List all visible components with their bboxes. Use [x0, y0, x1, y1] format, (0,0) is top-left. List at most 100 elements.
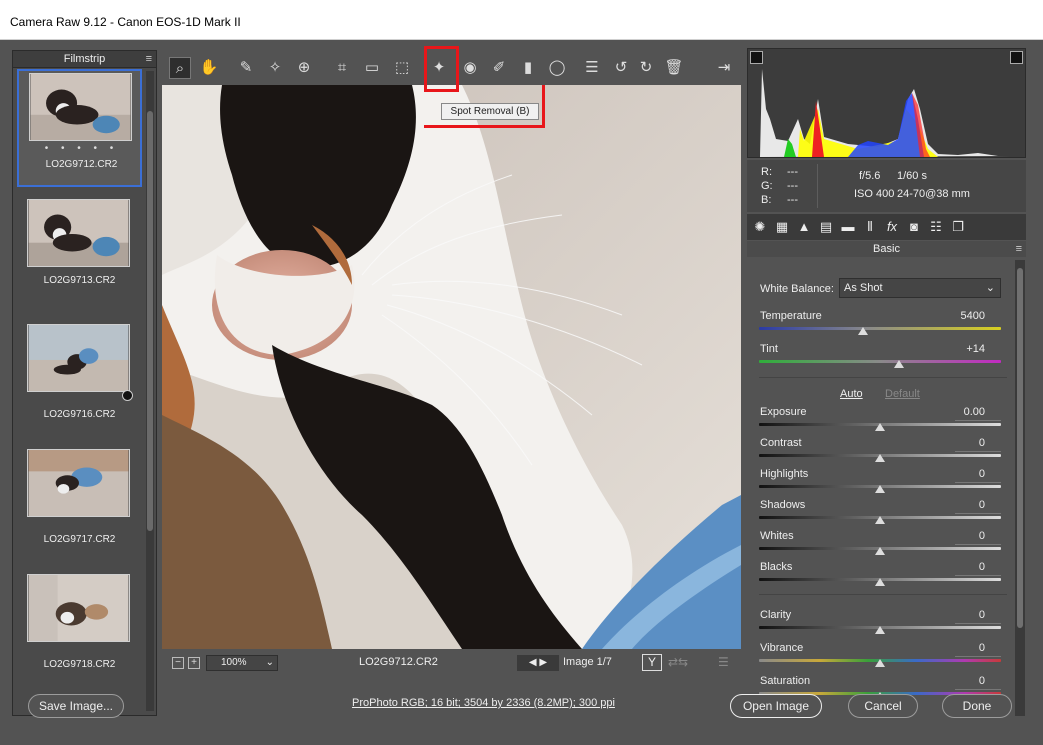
crop-tool-icon[interactable]: ⌗ [331, 57, 353, 79]
camera-calibration-tab-icon[interactable]: ◙ [905, 218, 923, 236]
hsl-tab-icon[interactable]: ▤ [817, 218, 835, 236]
filmstrip-item[interactable]: LO2G9718.CR2 [17, 566, 142, 684]
exposure-label: Exposure [760, 406, 807, 418]
window-titlebar: Camera Raw 9.12 - Canon EOS-1D Mark II [0, 0, 1043, 40]
histogram-graph [760, 69, 1010, 157]
panel-menu-icon[interactable]: ≡ [1016, 241, 1022, 257]
highlights-value[interactable]: 0 [947, 468, 985, 480]
temperature-slider-knob[interactable] [858, 327, 869, 335]
radial-filter-icon[interactable]: ◯ [546, 57, 568, 79]
white-balance-select[interactable]: As Shot ⌄ [839, 278, 1001, 298]
whites-value[interactable]: 0 [947, 530, 985, 542]
tint-label: Tint [760, 343, 778, 355]
shadows-value[interactable]: 0 [947, 499, 985, 511]
aperture-value: f/5.6 [859, 170, 881, 182]
temperature-slider-track[interactable] [759, 327, 1001, 330]
basic-tab-icon[interactable]: ✺ [751, 218, 769, 236]
exposure-value-underline [955, 420, 1001, 421]
shadows-value-underline [955, 513, 1001, 514]
image-nav[interactable]: ◀ ▶ [517, 655, 559, 671]
filmstrip-item[interactable]: • • • • • LO2G9712.CR2 [17, 69, 142, 187]
clarity-value[interactable]: 0 [947, 609, 985, 621]
white-balance-tool-icon[interactable]: ✎ [235, 57, 257, 79]
transform-tool-icon[interactable]: ⬚ [391, 57, 413, 79]
white-balance-label: White Balance: [760, 283, 834, 295]
scrollbar-thumb[interactable] [147, 111, 153, 531]
rotate-cw-icon[interactable]: ↻ [635, 57, 657, 79]
thumbnail-image [27, 449, 130, 517]
workflow-options-link[interactable]: ProPhoto RGB; 16 bit; 3504 by 2336 (8.2M… [352, 697, 615, 709]
presets-tab-icon[interactable]: ☷ [927, 218, 945, 236]
exposure-slider-knob[interactable] [875, 423, 885, 431]
preview-filename: LO2G9712.CR2 [359, 656, 438, 668]
targeted-adjustment-icon[interactable]: ⊕ [293, 57, 315, 79]
detail-tab-icon[interactable]: ▲ [795, 218, 813, 236]
contrast-value[interactable]: 0 [947, 437, 985, 449]
compare-toggle-button[interactable]: Y [642, 654, 662, 671]
preferences-icon[interactable]: ☰ [581, 57, 603, 79]
panel-scrollbar[interactable] [1015, 260, 1025, 716]
color-sampler-icon[interactable]: ✧ [264, 57, 286, 79]
rotate-ccw-icon[interactable]: ↺ [610, 57, 632, 79]
shadows-slider-knob[interactable] [875, 516, 885, 524]
b-value: --- [787, 194, 798, 206]
hand-tool-icon[interactable]: ✋ [198, 57, 220, 79]
cancel-button[interactable]: Cancel [848, 694, 918, 718]
blacks-slider-knob[interactable] [875, 578, 885, 586]
tint-value[interactable]: +14 [947, 343, 985, 355]
save-image-button[interactable]: Save Image... [28, 694, 124, 718]
filmstrip-scrollbar[interactable] [146, 71, 154, 711]
exposure-value[interactable]: 0.00 [947, 406, 985, 418]
zoom-in-button[interactable]: + [188, 657, 200, 669]
window-title: Camera Raw 9.12 - Canon EOS-1D Mark II [10, 15, 241, 29]
vibrance-slider-knob[interactable] [875, 659, 885, 667]
workflow-options-icon[interactable]: ⇥ [713, 57, 735, 79]
tint-slider-track[interactable] [759, 360, 1001, 363]
adjustment-brush-icon[interactable]: ✐ [488, 57, 510, 79]
photo-preview-image [162, 85, 741, 649]
swap-settings-icon[interactable]: ⇄⇆ [668, 655, 688, 669]
vibrance-value[interactable]: 0 [947, 642, 985, 654]
straighten-tool-icon[interactable]: ▭ [361, 57, 383, 79]
thumbnail-label: LO2G9716.CR2 [43, 409, 116, 420]
lens-value: 24-70@38 mm [897, 188, 970, 200]
trash-icon[interactable]: 🗑 [663, 57, 685, 79]
filmstrip-item[interactable]: LO2G9717.CR2 [17, 441, 142, 559]
snapshots-tab-icon[interactable]: ❐ [949, 218, 967, 236]
b-label: B: [761, 194, 772, 206]
zoom-out-button[interactable]: − [172, 657, 184, 669]
blacks-value[interactable]: 0 [947, 561, 985, 573]
red-eye-icon[interactable]: ◉ [459, 57, 481, 79]
filmstrip-item[interactable]: LO2G9716.CR2 [17, 316, 142, 434]
temperature-value[interactable]: 5400 [947, 310, 985, 322]
view-settings-icon[interactable]: ☰ [718, 655, 729, 669]
tint-slider-knob[interactable] [894, 360, 905, 368]
whites-slider-knob[interactable] [875, 547, 885, 555]
open-image-button[interactable]: Open Image [730, 694, 822, 718]
filmstrip-item[interactable]: LO2G9713.CR2 [17, 191, 142, 309]
thumbnail-label: LO2G9713.CR2 [43, 275, 116, 286]
image-preview[interactable] [162, 85, 741, 649]
highlights-slider-knob[interactable] [875, 485, 885, 493]
rating-dots[interactable]: • • • • • [19, 143, 144, 154]
lens-corrections-tab-icon[interactable]: ⦀ [861, 218, 879, 236]
clarity-label: Clarity [760, 609, 792, 621]
clarity-slider-knob[interactable] [875, 626, 885, 634]
done-button[interactable]: Done [942, 694, 1012, 718]
split-toning-tab-icon[interactable]: ▬ [839, 218, 857, 236]
default-link[interactable]: Default [885, 388, 920, 400]
panel-menu-icon[interactable]: ≡ [146, 51, 152, 68]
auto-link[interactable]: Auto [840, 388, 863, 400]
zoom-tool-icon[interactable]: ⌕ [169, 57, 191, 79]
camera-raw-dialog: Filmstrip ≡ • • • • • LO2G9712.CR2 LO2G9… [0, 40, 1043, 745]
effects-tab-icon[interactable]: fx [883, 218, 901, 236]
filmstrip-title: Filmstrip [63, 53, 106, 65]
thumbnail-image [29, 73, 132, 141]
thumbnail-image [27, 199, 130, 267]
thumbnail-image [27, 574, 130, 642]
contrast-slider-knob[interactable] [875, 454, 885, 462]
zoom-select[interactable]: 100% ⌄ [206, 655, 278, 671]
graduated-filter-icon[interactable]: ▮ [517, 57, 539, 79]
tone-curve-tab-icon[interactable]: ▦ [773, 218, 791, 236]
scrollbar-thumb[interactable] [1017, 268, 1023, 628]
